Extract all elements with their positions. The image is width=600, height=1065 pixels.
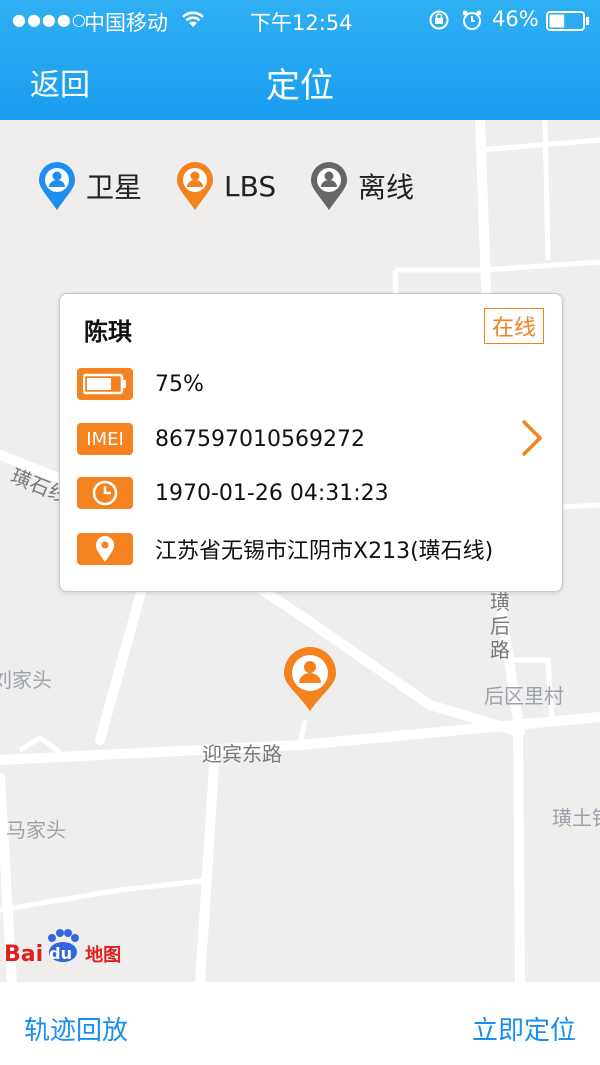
satellite-pin-icon	[39, 162, 75, 210]
signal-strength: ●●●●○	[12, 10, 87, 29]
track-playback-button[interactable]: 轨迹回放	[24, 1010, 128, 1047]
chevron-right-icon[interactable]	[520, 418, 544, 462]
battery-percent: 46%	[492, 7, 539, 31]
status-bar: ●●●●○ 中国移动 下午12:54 46%	[0, 0, 600, 40]
device-info-popup[interactable]: 陈琪 在线 75% IMEI 867597010569272 1970-01-2…	[59, 293, 563, 592]
location-pin-icon	[77, 533, 133, 565]
map-view[interactable]: 璜石线 迎宾东路 璜后路 后区里村 马家头 刘家头 璜土镇 卫星 LBS 离线 …	[0, 120, 600, 982]
legend-satellite: 卫星	[36, 160, 142, 212]
battery-icon	[77, 368, 133, 400]
address-value: 江苏省无锡市江阴市X213(璜石线)	[155, 539, 494, 564]
battery-value: 75%	[155, 371, 204, 397]
imei-tag: IMEI	[77, 423, 133, 455]
legend-offline: 离线	[308, 160, 414, 212]
imei-value: 867597010569272	[155, 426, 365, 452]
offline-pin-icon	[311, 162, 347, 210]
village-label-houquli: 后区里村	[484, 684, 564, 708]
clock: 下午12:54	[250, 11, 353, 35]
device-name: 陈琪	[84, 318, 132, 346]
village-label-huangtu: 璜土镇	[552, 806, 600, 830]
battery-icon	[546, 11, 590, 36]
alarm-icon	[461, 9, 483, 36]
road-label-huanghou: 璜后路	[490, 590, 510, 662]
bottom-action-bar: 轨迹回放 立即定位	[0, 982, 600, 1065]
device-marker-icon[interactable]	[281, 645, 339, 713]
location-time: 1970-01-26 04:31:23	[155, 480, 389, 506]
paw-icon: du	[43, 929, 83, 968]
locate-now-button[interactable]: 立即定位	[472, 1010, 576, 1047]
online-status-badge: 在线	[483, 308, 544, 344]
rotation-lock-icon	[428, 9, 450, 36]
road-label-yingbin: 迎宾东路	[202, 742, 282, 766]
time-row: 1970-01-26 04:31:23	[77, 476, 389, 510]
carrier-name: 中国移动	[84, 11, 168, 35]
imei-row: IMEI 867597010569272	[77, 422, 365, 456]
village-label-liujiatou: 刘家头	[0, 668, 52, 692]
lbs-pin-icon	[177, 162, 213, 210]
battery-row: 75%	[77, 367, 204, 401]
page-title: 定位	[266, 66, 334, 106]
legend-label-lbs: LBS	[224, 169, 277, 203]
legend-label-offline: 离线	[358, 171, 415, 204]
wifi-icon	[180, 9, 206, 34]
village-label-majiatou: 马家头	[6, 818, 66, 842]
clock-icon	[77, 477, 133, 509]
baidu-map-logo: Bai du 地图	[4, 929, 121, 968]
legend-lbs: LBS	[174, 160, 276, 212]
address-row: 江苏省无锡市江阴市X213(璜石线)	[77, 532, 493, 566]
legend-label-satellite: 卫星	[86, 171, 143, 204]
